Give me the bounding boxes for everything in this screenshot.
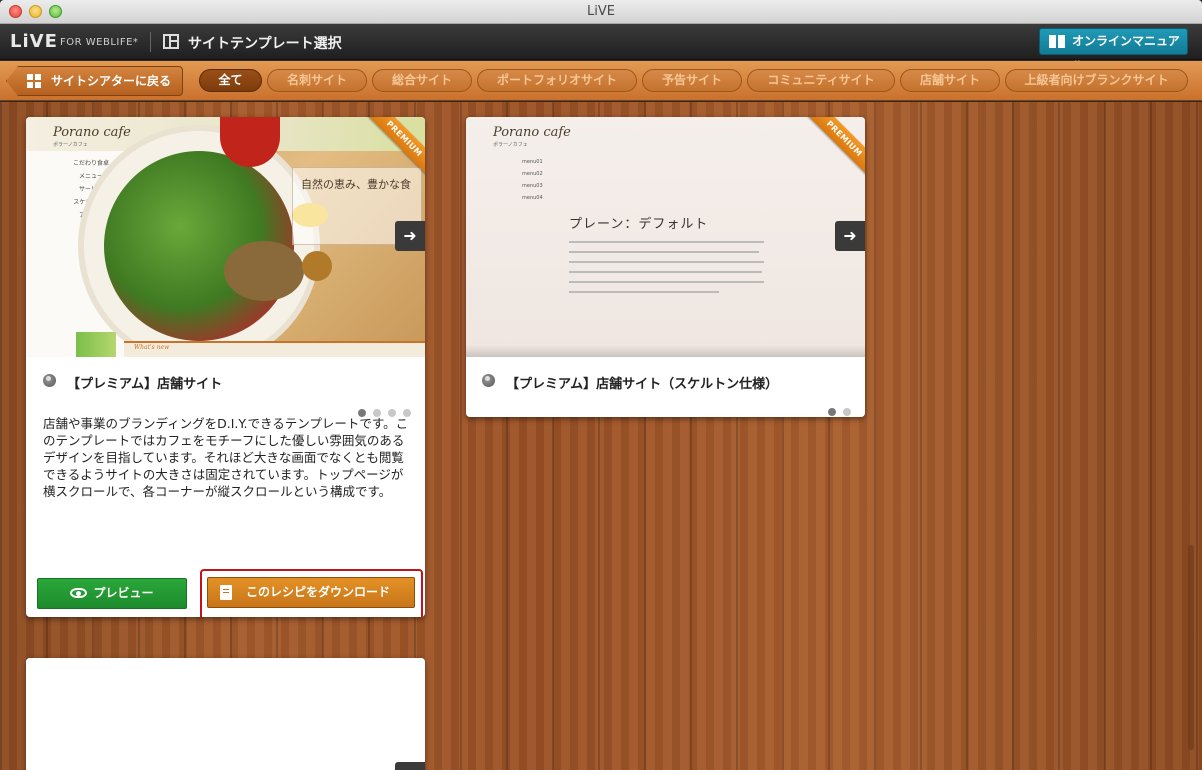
slide-dot[interactable]	[828, 408, 836, 416]
thumb-logo: Porano cafe	[53, 125, 131, 140]
template-card-store: Porano cafe ポラーノカフェ こだわり食卓 メニュー サービス スケジ…	[26, 117, 425, 617]
next-slide-arrow-icon[interactable]: ➜	[395, 221, 425, 251]
page-title: サイトテンプレート選択	[188, 36, 342, 52]
thumb-heading: 自然の恵み、豊かな食	[301, 178, 411, 191]
filter-community[interactable]: コミュニティサイト	[747, 69, 895, 92]
layout-icon	[163, 34, 179, 49]
window-title: LiVE	[587, 4, 615, 19]
thumb-heading: プレーン：デフォルト	[569, 217, 709, 232]
template-thumbnail[interactable]	[26, 658, 425, 770]
window-titlebar: LiVE	[0, 0, 1202, 24]
thumb-body-lines	[569, 241, 764, 293]
grid-icon	[27, 74, 41, 88]
template-card-next	[26, 658, 425, 770]
back-button-label: サイトシアターに戻る	[51, 74, 172, 88]
thumb-logo: Porano cafe	[493, 125, 571, 140]
preview-button[interactable]: プレビュー	[37, 578, 187, 609]
thumb-menu-item: menu04	[522, 195, 543, 201]
download-label: このレシピをダウンロード	[246, 585, 391, 599]
download-recipe-button[interactable]: このレシピをダウンロード	[207, 577, 415, 608]
zoom-window-button[interactable]	[49, 5, 62, 18]
header-divider	[150, 32, 151, 52]
thumb-whats-new: What's new	[134, 344, 170, 351]
template-card-store-skeleton: Porano cafe ポラーノカフェ menu01 menu02 menu03…	[466, 117, 865, 417]
thumb-menu-item: こだわり食卓	[72, 160, 109, 167]
book-icon	[1049, 35, 1065, 48]
back-to-site-theater-button[interactable]: サイトシアターに戻る	[6, 66, 183, 96]
globe-icon	[482, 374, 495, 387]
minimize-window-button[interactable]	[29, 5, 42, 18]
globe-icon	[43, 374, 56, 387]
filter-teaser[interactable]: 予告サイト	[642, 69, 742, 92]
card-description: 店舗や事業のブランディングをD.I.Y.できるテンプレートです。このテンプレート…	[43, 416, 409, 499]
vertical-scrollbar[interactable]	[1188, 545, 1194, 750]
next-slide-arrow-icon[interactable]: ➜	[835, 221, 865, 251]
recipe-icon	[220, 585, 232, 600]
app-logo: LiVE	[10, 31, 58, 52]
next-slide-arrow-icon[interactable]	[395, 762, 425, 770]
slide-indicator	[351, 402, 411, 417]
filter-blank-advanced[interactable]: 上級者向けブランクサイト	[1005, 69, 1188, 92]
slide-indicator	[821, 401, 851, 416]
filter-portfolio[interactable]: ポートフォリオサイト	[477, 69, 637, 92]
eye-icon	[70, 588, 88, 598]
filter-store[interactable]: 店舗サイト	[900, 69, 1000, 92]
card-title: 【プレミアム】店舗サイト	[67, 377, 223, 392]
app-header: LiVE FOR WEBLIFE* サイトテンプレート選択 オンラインマニュアル	[0, 24, 1202, 73]
thumb-menu-item: menu02	[522, 171, 543, 177]
thumb-menu-item: menu03	[522, 183, 543, 189]
preview-label: プレビュー	[93, 586, 154, 600]
filter-all[interactable]: 全て	[199, 69, 262, 92]
filter-general[interactable]: 総合サイト	[372, 69, 472, 92]
slide-dot[interactable]	[843, 408, 851, 416]
app-logo-sub: FOR WEBLIFE*	[60, 37, 139, 48]
online-manual-button[interactable]: オンラインマニュアル	[1039, 28, 1188, 73]
thumb-logo-sub: ポラーノカフェ	[493, 142, 528, 148]
category-filter-bar: サイトシアターに戻る 全て 名刺サイト 総合サイト ポートフォリオサイト 予告サ…	[0, 61, 1202, 101]
filter-business-card[interactable]: 名刺サイト	[267, 69, 367, 92]
thumb-menu-item: menu01	[522, 159, 543, 165]
card-title: 【プレミアム】店舗サイト（スケルトン仕様）	[506, 377, 779, 392]
thumb-logo-sub: ポラーノカフェ	[53, 142, 88, 148]
template-thumbnail[interactable]: Porano cafe ポラーノカフェ menu01 menu02 menu03…	[466, 117, 865, 357]
template-gallery: Porano cafe ポラーノカフェ こだわり食卓 メニュー サービス スケジ…	[0, 102, 1202, 770]
close-window-button[interactable]	[9, 5, 22, 18]
template-thumbnail[interactable]: Porano cafe ポラーノカフェ こだわり食卓 メニュー サービス スケジ…	[26, 117, 425, 357]
